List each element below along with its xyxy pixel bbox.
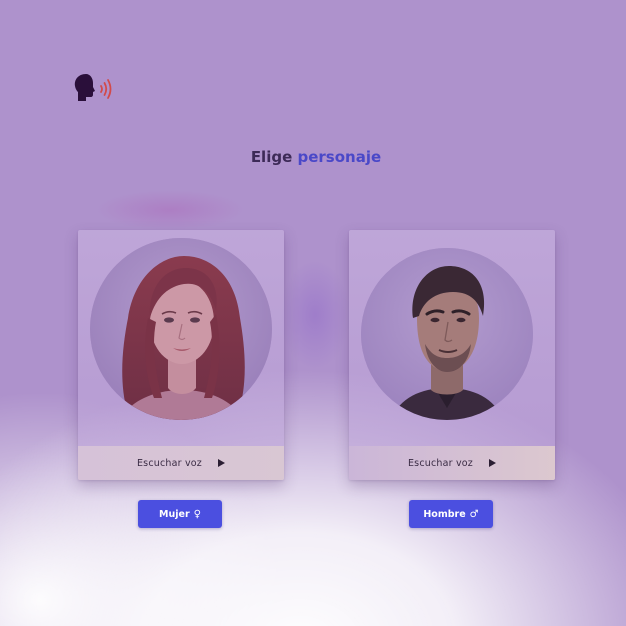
listen-voice-label: Escuchar voz <box>407 457 473 469</box>
select-man-label: Hombre <box>423 508 466 520</box>
dust-decoration-center <box>280 260 350 370</box>
man-portrait-icon <box>361 248 533 420</box>
woman-portrait-icon <box>90 238 272 420</box>
select-man-button[interactable]: Hombre ♂ <box>409 500 493 528</box>
select-woman-button[interactable]: Mujer ♀ <box>138 500 222 528</box>
title-prefix: Elige <box>250 148 293 166</box>
listen-voice-label: Escuchar voz <box>136 457 202 469</box>
listen-voice-button-man[interactable]: Escuchar voz <box>349 446 555 480</box>
dust-decoration-left <box>95 190 245 230</box>
title-accent: personaje <box>297 148 382 166</box>
character-card-man[interactable]: Escuchar voz <box>349 230 555 480</box>
listen-voice-button-woman[interactable]: Escuchar voz <box>78 446 284 480</box>
play-icon <box>218 459 225 467</box>
play-icon <box>489 459 496 467</box>
female-symbol-icon: ♀ <box>193 508 201 520</box>
speaking-head-icon <box>72 72 120 106</box>
page-title: Elige personaje <box>0 148 626 166</box>
select-woman-label: Mujer <box>159 508 190 520</box>
male-symbol-icon: ♂ <box>469 508 479 520</box>
character-card-woman[interactable]: Escuchar voz <box>78 230 284 480</box>
